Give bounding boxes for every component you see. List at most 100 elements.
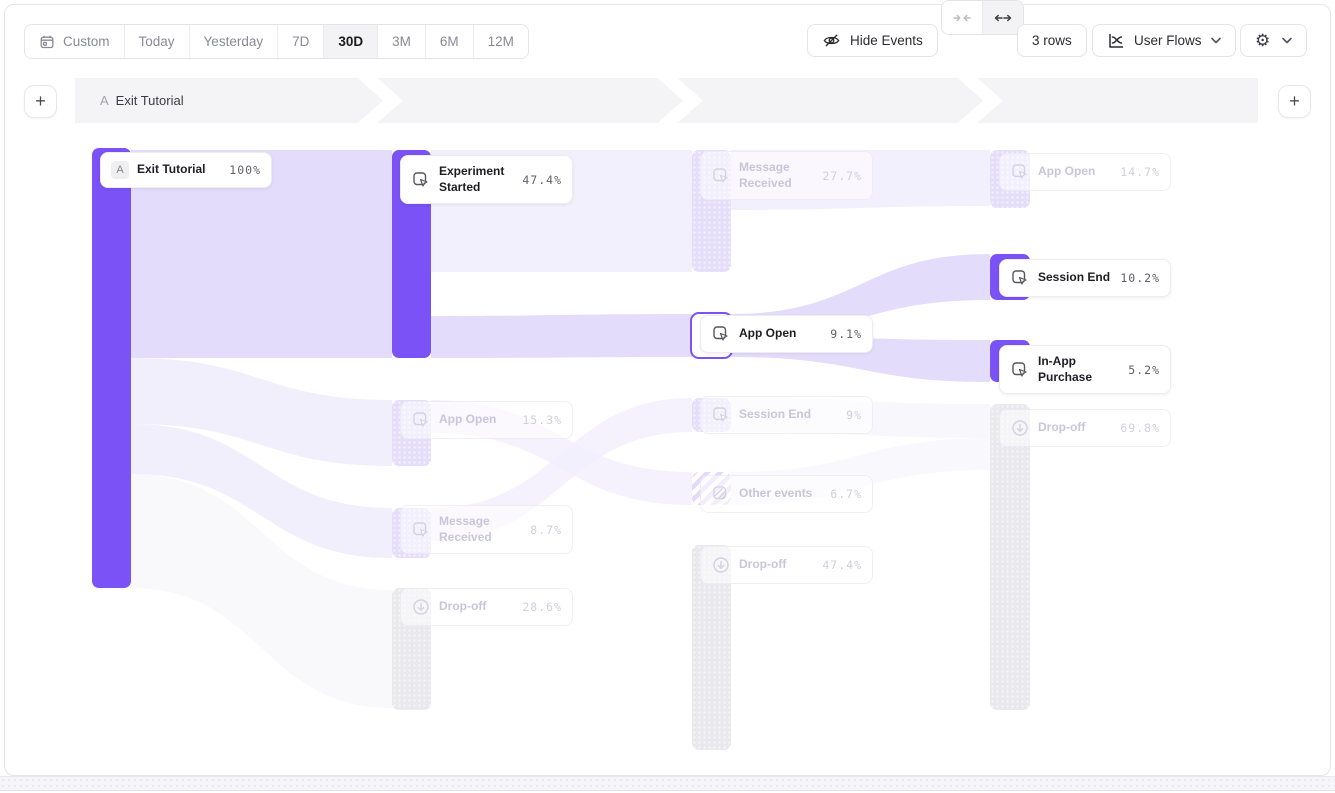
start-event-title: Exit Tutorial [116,93,184,108]
event-label: Message Received [739,160,814,191]
range-label: 12M [488,34,514,49]
range-custom[interactable]: Custom [25,25,124,58]
event-icon [411,410,431,430]
event-card-session-end-4[interactable]: Session End 10.2% [999,259,1171,297]
range-7d[interactable]: 7D [277,25,323,58]
toolbar: Custom Today Yesterday 7D 30D 3M 6M 12M … [0,0,1335,64]
event-icon [411,170,431,190]
range-label: Yesterday [204,34,264,49]
event-icon [711,405,731,425]
flow-bar-dropoff-4[interactable] [990,404,1030,710]
event-label: App Open [739,326,822,342]
event-card-app-open-3[interactable]: App Open 9.1% [700,315,873,353]
range-label: 6M [440,34,459,49]
spacing-toggle-group [941,0,1024,35]
event-icon [711,324,731,344]
date-range-group: Custom Today Yesterday 7D 30D 3M 6M 12M [24,24,529,59]
event-card-session-end-3[interactable]: Session End 9% [700,396,873,434]
view-selector-button[interactable]: User Flows [1092,24,1236,57]
event-percent: 6.7% [830,487,862,501]
range-12m[interactable]: 12M [473,25,528,58]
add-step-left-button[interactable]: + [24,85,57,118]
chevron-down-icon [1282,37,1292,44]
dropoff-icon [711,555,731,575]
start-event-header[interactable]: A Exit Tutorial [100,78,184,123]
event-card-app-open-4[interactable]: App Open 14.7% [999,153,1171,191]
dropoff-card-3[interactable]: Drop-off 47.4% [700,546,873,584]
event-percent: 27.7% [822,169,862,183]
user-flows-chart-icon [1107,32,1125,50]
flow-bar-exit-tutorial[interactable] [92,148,131,588]
event-percent: 15.3% [522,413,562,427]
event-percent: 69.8% [1120,421,1160,435]
event-icon [1010,268,1030,288]
dropoff-icon [411,597,431,617]
range-6m[interactable]: 6M [425,25,473,58]
eye-off-icon [822,31,841,50]
range-label: Custom [63,34,110,49]
link-experiment-to-appopen3 [431,314,692,358]
step-chevron-separators [75,78,1258,123]
range-label: 30D [338,34,363,49]
calendar-icon [39,34,55,50]
arrows-outward-icon [994,12,1012,24]
event-percent: 8.7% [530,523,562,537]
collapse-columns-button[interactable] [942,1,982,34]
hide-events-label: Hide Events [850,33,923,48]
rows-button[interactable]: 3 rows [1017,24,1087,57]
user-flows-page: Custom Today Yesterday 7D 30D 3M 6M 12M … [0,0,1335,793]
event-label: Experiment Started [439,164,514,195]
event-icon [411,520,431,540]
range-30d[interactable]: 30D [323,25,377,58]
event-percent: 9% [846,408,862,422]
plus-icon: + [1289,91,1300,112]
event-percent: 28.6% [522,600,562,614]
range-today[interactable]: Today [124,25,189,58]
add-step-right-button[interactable]: + [1278,85,1311,118]
range-3m[interactable]: 3M [377,25,425,58]
event-percent: 47.4% [522,173,562,187]
range-label: Today [139,34,175,49]
event-card-other-events-3[interactable]: Other events 6.7% [700,475,873,513]
event-label: App Open [1038,164,1112,180]
event-label: Drop-off [739,557,814,573]
dropoff-icon [1010,418,1030,438]
event-card-message-received-3[interactable]: Message Received 27.7% [700,151,873,200]
gear-icon: ⚙ [1255,32,1270,49]
event-icon [1010,162,1030,182]
event-label: Drop-off [439,599,514,615]
start-event-badge: A [100,93,109,108]
event-icon [711,166,731,186]
settings-button[interactable]: ⚙ [1240,24,1307,57]
range-yesterday[interactable]: Yesterday [189,25,278,58]
event-label: Message Received [439,514,522,545]
arrows-inward-icon [953,12,971,24]
step-header-band: A Exit Tutorial [75,78,1258,123]
bottom-scroll-strip[interactable] [0,776,1335,791]
event-label: Exit Tutorial [137,162,221,178]
event-card-in-app-purchase-4[interactable]: In-App Purchase 5.2% [999,345,1171,394]
hide-events-button[interactable]: Hide Events [807,24,938,57]
event-label: Session End [739,407,838,423]
chevron-down-icon [1211,37,1221,44]
event-card-exit-tutorial[interactable]: A Exit Tutorial 100% [100,152,272,188]
event-label: App Open [439,412,514,428]
view-selector-label: User Flows [1134,33,1202,48]
event-badge-a: A [111,161,129,179]
event-card-app-open-2[interactable]: App Open 15.3% [400,401,573,439]
event-percent: 5.2% [1128,363,1160,377]
dropoff-card-2[interactable]: Drop-off 28.6% [400,588,573,626]
range-label: 3M [392,34,411,49]
rows-label: 3 rows [1032,33,1072,48]
event-percent: 47.4% [822,558,862,572]
other-events-icon [711,484,731,504]
event-card-experiment-started[interactable]: Experiment Started 47.4% [400,155,573,204]
range-label: 7D [292,34,309,49]
event-label: In-App Purchase [1038,354,1120,385]
dropoff-card-4[interactable]: Drop-off 69.8% [999,409,1171,447]
event-label: Drop-off [1038,420,1112,436]
event-label: Other events [739,486,822,502]
event-icon [1010,360,1030,380]
event-percent: 10.2% [1120,271,1160,285]
event-card-message-received-2[interactable]: Message Received 8.7% [400,505,573,554]
